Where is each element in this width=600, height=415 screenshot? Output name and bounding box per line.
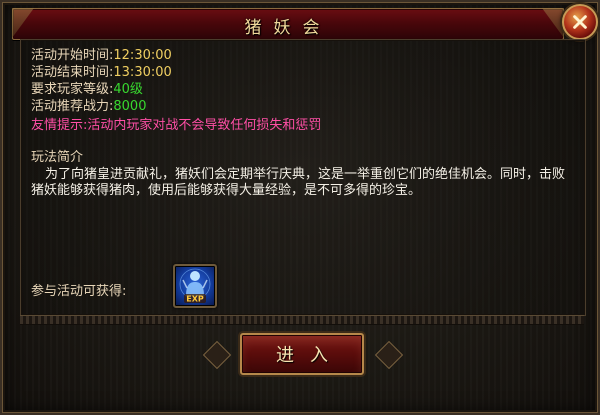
exp-reward-icon[interactable]: EXP <box>173 264 217 308</box>
reward-label: 参与活动可获得: <box>31 284 127 299</box>
right-ornament <box>374 340 404 370</box>
event-dialog: 猪妖会 活动开始时间:12:30:00 活动结束时间:13:30:00 要求玩家… <box>0 0 600 415</box>
power-label: 活动推荐战力: <box>31 99 114 114</box>
friendly-tip: 友情提示:活动内玩家对战不会导致任何损失和惩罚 <box>31 118 322 133</box>
start-time-label: 活动开始时间: <box>31 48 114 63</box>
content-area: 活动开始时间:12:30:00 活动结束时间:13:30:00 要求玩家等级:4… <box>20 39 586 316</box>
close-button[interactable] <box>562 4 598 40</box>
level-value: 40级 <box>113 82 143 97</box>
end-time-label: 活动结束时间: <box>31 65 114 80</box>
level-row: 要求玩家等级:40级 <box>31 82 143 98</box>
intro-text: 为了向猪皇进贡献礼，猪妖们会定期举行庆典，这是一举重创它们的绝佳机会。同时，击败… <box>31 167 566 198</box>
start-time-value: 12:30:00 <box>113 48 172 63</box>
dialog-title: 猪妖会 <box>244 18 332 38</box>
end-time-row: 活动结束时间:13:30:00 <box>31 65 172 81</box>
left-ornament <box>202 340 232 370</box>
end-time-value: 13:30:00 <box>113 65 172 80</box>
enter-button[interactable]: 进入 <box>240 333 364 375</box>
exp-figure-icon: EXP <box>179 268 211 304</box>
start-time-row: 活动开始时间:12:30:00 <box>31 48 172 64</box>
exp-icon-text: EXP <box>186 295 204 304</box>
title-bar: 猪妖会 <box>12 8 564 40</box>
section-divider <box>20 315 584 325</box>
power-value: 8000 <box>113 99 147 114</box>
intro-heading: 玩法简介 <box>31 150 84 165</box>
power-row: 活动推荐战力:8000 <box>31 99 146 115</box>
close-x-icon <box>573 15 587 29</box>
level-label: 要求玩家等级: <box>31 82 114 97</box>
